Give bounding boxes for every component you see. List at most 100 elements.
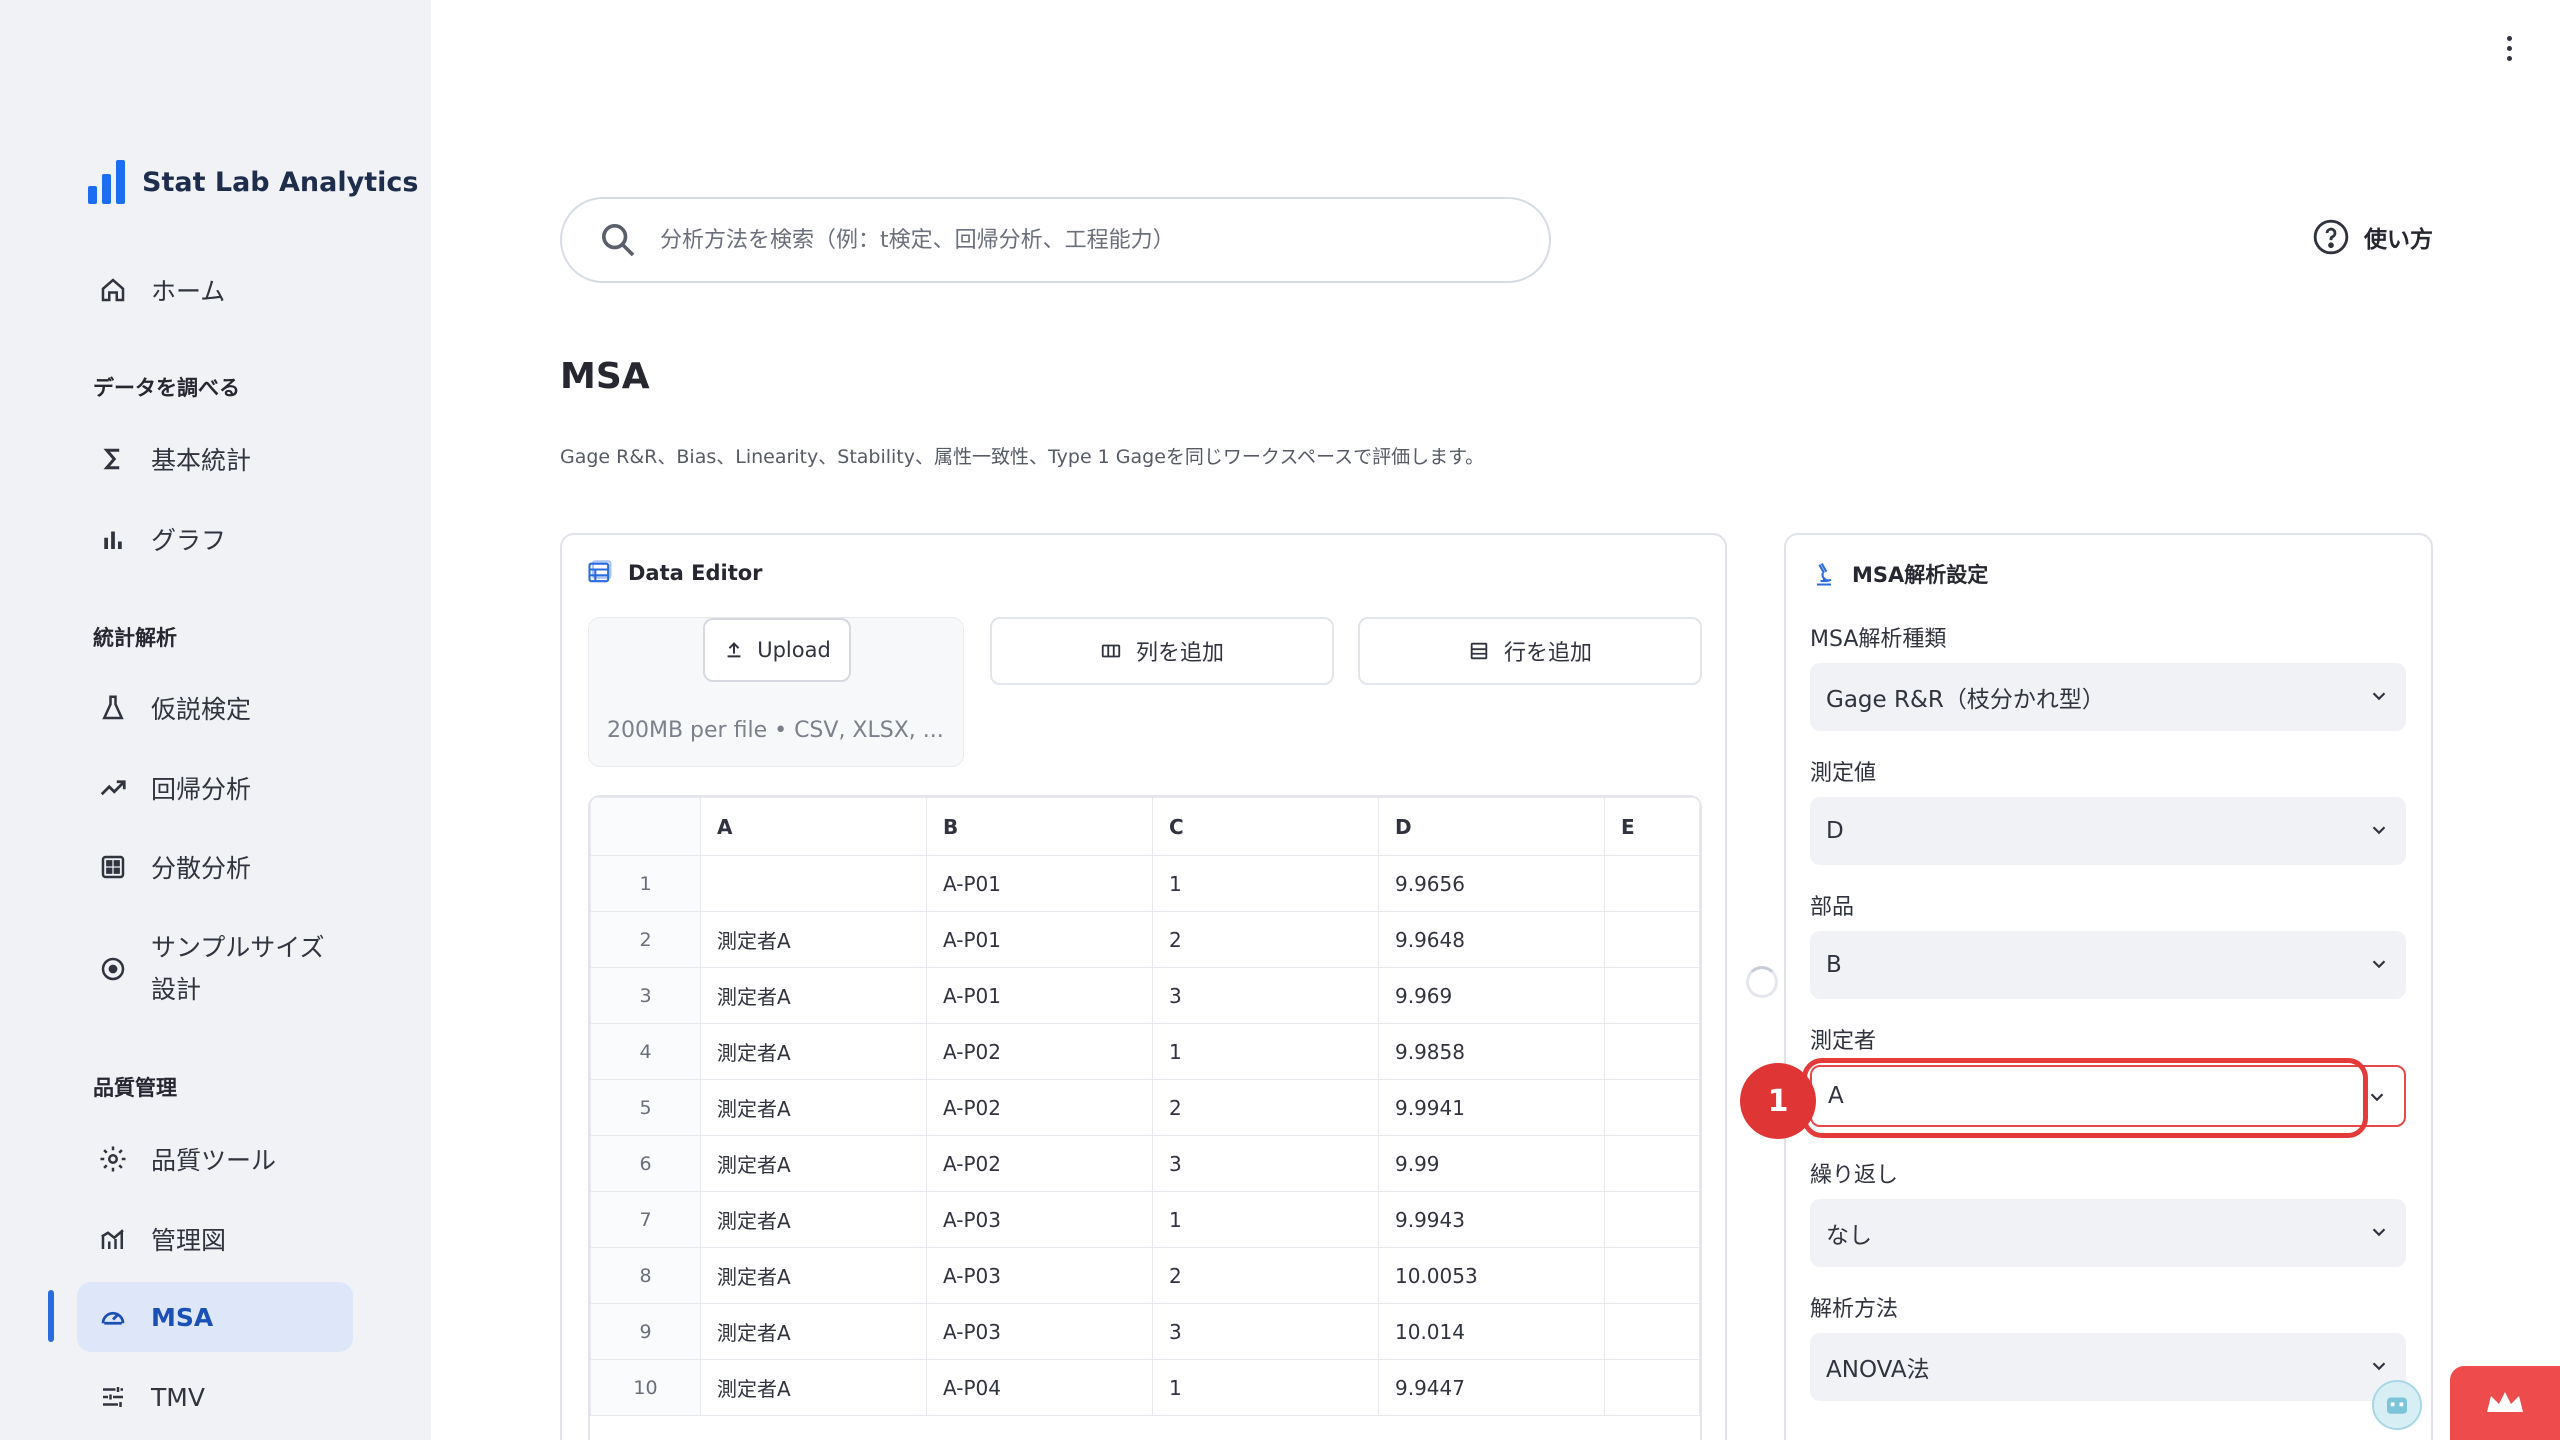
- column-header[interactable]: C: [1152, 797, 1379, 856]
- more-menu-icon[interactable]: [2494, 30, 2524, 66]
- sidebar-item-label: 仮説検定: [151, 695, 252, 724]
- table-cell[interactable]: [1604, 911, 1700, 968]
- table-cell[interactable]: [1604, 1247, 1700, 1304]
- table-cell[interactable]: A-P01: [926, 855, 1153, 912]
- table-cell[interactable]: A-P03: [926, 1191, 1153, 1248]
- table-cell[interactable]: 10.0053: [1378, 1247, 1605, 1304]
- table-cell[interactable]: A-P03: [926, 1247, 1153, 1304]
- table-cell[interactable]: 3: [1152, 1303, 1379, 1360]
- table-cell[interactable]: [1604, 1023, 1700, 1080]
- rows-icon: [1470, 642, 1488, 660]
- table-cell[interactable]: 9.9447: [1378, 1359, 1605, 1416]
- table-cell[interactable]: 測定者A: [700, 911, 927, 968]
- help-button[interactable]: 使い方: [2312, 218, 2433, 256]
- sidebar-item-msa[interactable]: MSA: [77, 1282, 353, 1352]
- table-cell[interactable]: 3: [1152, 1135, 1379, 1192]
- table-cell[interactable]: [700, 855, 927, 912]
- help-label: 使い方: [2364, 227, 2433, 253]
- row-index: 1: [590, 855, 701, 912]
- table-cell[interactable]: 測定者A: [700, 1303, 927, 1360]
- table-cell[interactable]: [1604, 1303, 1700, 1360]
- add-row-button[interactable]: 行を追加: [1358, 617, 1702, 685]
- table-row: 1 A-P01 1 9.9656: [590, 855, 1700, 912]
- table-cell[interactable]: 10.014: [1378, 1303, 1605, 1360]
- table-body: 1 A-P01 1 9.9656 2 測定者A A-P01 2 9.9648 3 測定者A A-P01…: [590, 855, 1700, 1416]
- measurement-select[interactable]: D: [1810, 797, 2406, 865]
- assistant-avatar-icon[interactable]: [2372, 1380, 2422, 1430]
- trending-up-icon: [97, 772, 129, 804]
- table-cell[interactable]: A-P04: [926, 1359, 1153, 1416]
- upload-button[interactable]: Upload: [703, 618, 851, 682]
- search-input[interactable]: [660, 227, 1480, 253]
- table-cell[interactable]: 9.9943: [1378, 1191, 1605, 1248]
- section-explore-heading: データを調べる: [93, 376, 240, 400]
- home-icon: [97, 274, 129, 306]
- table-cell[interactable]: 2: [1152, 911, 1379, 968]
- table-cell[interactable]: 1: [1152, 855, 1379, 912]
- brand[interactable]: Stat Lab Analytics: [88, 160, 418, 204]
- search-bar[interactable]: [560, 197, 1551, 283]
- table-cell[interactable]: 測定者A: [700, 1135, 927, 1192]
- sidebar-item-anova[interactable]: 分散分析: [77, 832, 353, 902]
- annotation-highlight: [1802, 1058, 2368, 1138]
- sidebar-item-control-chart[interactable]: 管理図: [77, 1204, 353, 1274]
- add-column-button[interactable]: 列を追加: [990, 617, 1334, 685]
- column-header[interactable]: [590, 797, 701, 856]
- sidebar-item-quality-tools[interactable]: 品質ツール: [77, 1124, 353, 1194]
- table-cell[interactable]: A-P02: [926, 1135, 1153, 1192]
- table-cell[interactable]: 1: [1152, 1359, 1379, 1416]
- table-cell[interactable]: 測定者A: [700, 967, 927, 1024]
- table-cell[interactable]: [1604, 1135, 1700, 1192]
- data-grid[interactable]: A B C D E 1 A-P01 1 9.9656 2 測定者A A-P01 2 9.9648…: [588, 795, 1702, 1440]
- table-cell[interactable]: [1604, 1079, 1700, 1136]
- table-cell[interactable]: 9.9941: [1378, 1079, 1605, 1136]
- deploy-badge[interactable]: [2450, 1366, 2560, 1440]
- sidebar-item-home[interactable]: ホーム: [77, 255, 353, 325]
- sidebar-item-tmv[interactable]: TMV: [77, 1362, 353, 1432]
- column-header[interactable]: B: [926, 797, 1153, 856]
- table-cell[interactable]: 9.99: [1378, 1135, 1605, 1192]
- sidebar-item-basic-stats[interactable]: 基本統計: [77, 424, 353, 494]
- table-cell[interactable]: [1604, 1359, 1700, 1416]
- msa-type-select[interactable]: Gage R&R（枝分かれ型）: [1810, 663, 2406, 731]
- chevron-down-icon: [2370, 1093, 2384, 1102]
- table-cell[interactable]: 9.9858: [1378, 1023, 1605, 1080]
- chevron-down-icon: [2372, 826, 2386, 835]
- table-cell[interactable]: A-P02: [926, 1079, 1153, 1136]
- table-cell[interactable]: A-P03: [926, 1303, 1153, 1360]
- table-cell[interactable]: A-P01: [926, 967, 1153, 1024]
- table-cell[interactable]: 9.9648: [1378, 911, 1605, 968]
- robot-icon: [2387, 1397, 2407, 1414]
- sidebar-item-graph[interactable]: グラフ: [77, 504, 353, 574]
- table-cell[interactable]: 1: [1152, 1191, 1379, 1248]
- sidebar-item-sample-size[interactable]: サンプルサイズ 設計: [77, 925, 353, 1013]
- table-cell[interactable]: [1604, 1191, 1700, 1248]
- table-cell[interactable]: 2: [1152, 1247, 1379, 1304]
- table-cell[interactable]: 測定者A: [700, 1191, 927, 1248]
- table-cell[interactable]: A-P02: [926, 1023, 1153, 1080]
- table-cell[interactable]: 測定者A: [700, 1247, 927, 1304]
- table-cell[interactable]: [1604, 967, 1700, 1024]
- column-header[interactable]: E: [1604, 797, 1700, 856]
- page-description: Gage R&R、Bias、Linearity、Stability、属性一致性、…: [560, 446, 1485, 468]
- sidebar-item-hypothesis[interactable]: 仮説検定: [77, 673, 353, 743]
- column-header[interactable]: A: [700, 797, 927, 856]
- table-cell[interactable]: 測定者A: [700, 1079, 927, 1136]
- table-cell[interactable]: 測定者A: [700, 1359, 927, 1416]
- file-uploader[interactable]: Upload 200MB per file • CSV, XLSX, ...: [588, 617, 964, 767]
- table-cell[interactable]: A-P01: [926, 911, 1153, 968]
- method-select[interactable]: ANOVA法: [1810, 1333, 2406, 1401]
- table-cell[interactable]: [1604, 855, 1700, 912]
- table-row: 5 測定者A A-P02 2 9.9941: [590, 1079, 1700, 1136]
- table-cell[interactable]: 2: [1152, 1079, 1379, 1136]
- table-cell[interactable]: 3: [1152, 967, 1379, 1024]
- column-header[interactable]: D: [1378, 797, 1605, 856]
- table-cell[interactable]: 1: [1152, 1023, 1379, 1080]
- table-cell[interactable]: 測定者A: [700, 1023, 927, 1080]
- table-cell[interactable]: 9.969: [1378, 967, 1605, 1024]
- sidebar-item-regression[interactable]: 回帰分析: [77, 753, 353, 823]
- table-cell[interactable]: 9.9656: [1378, 855, 1605, 912]
- repetition-select[interactable]: なし: [1810, 1199, 2406, 1267]
- part-select[interactable]: B: [1810, 931, 2406, 999]
- repetition-label: 繰り返し: [1810, 1163, 1899, 1188]
